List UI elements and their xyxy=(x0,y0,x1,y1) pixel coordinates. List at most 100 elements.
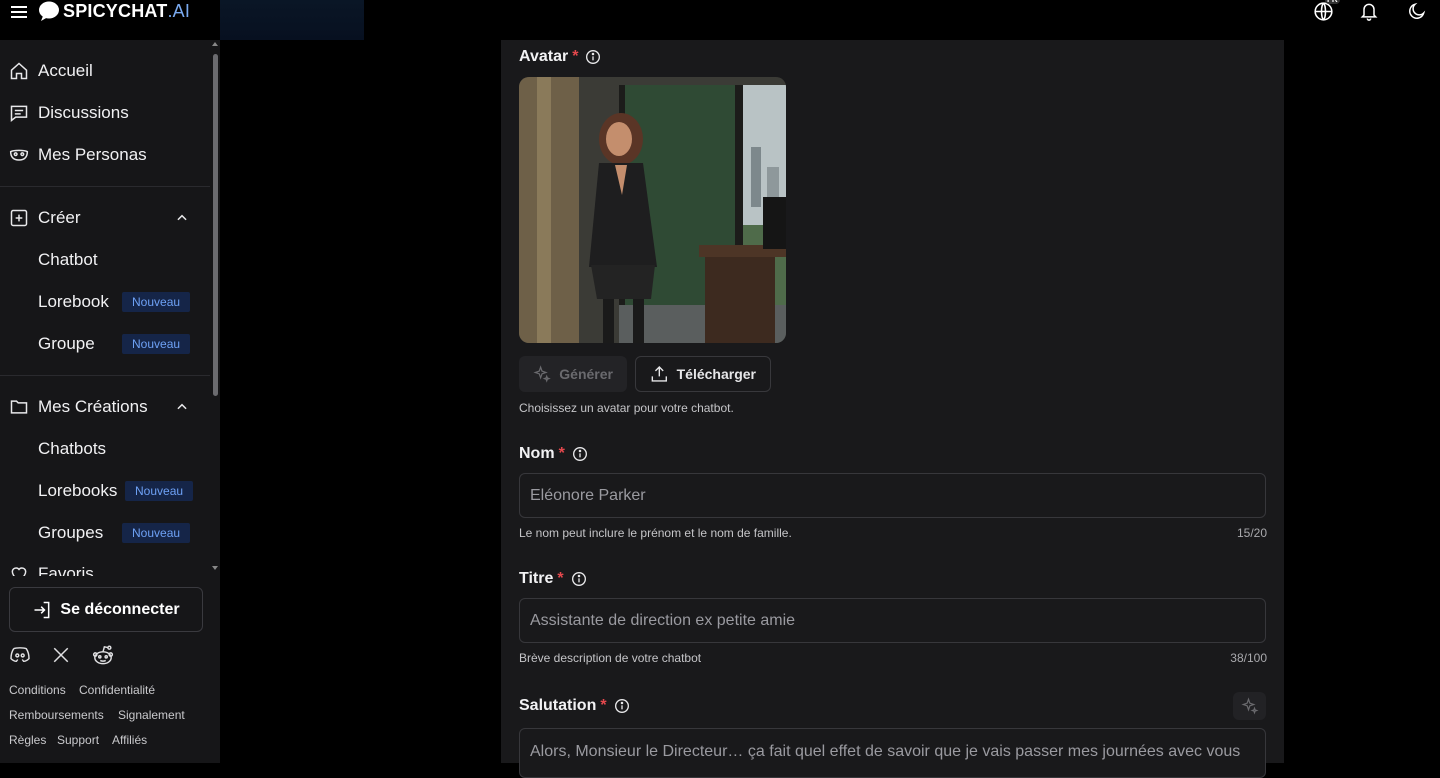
chat-icon xyxy=(8,102,30,124)
sparkle-icon xyxy=(533,365,551,383)
upload-icon xyxy=(651,366,667,382)
name-char-counter: 15/20 xyxy=(1236,526,1267,540)
chevron-up-icon[interactable] xyxy=(172,208,192,228)
sidebar: Accueil Discussions Mes Personas Créer C… xyxy=(0,40,220,763)
required-marker: * xyxy=(558,445,565,462)
avatar-image[interactable] xyxy=(519,77,786,343)
info-icon[interactable] xyxy=(571,571,587,587)
avatar-label: Avatar * xyxy=(519,48,601,66)
sidebar-item-label: Lorebooks xyxy=(38,481,118,500)
sidebar-divider xyxy=(0,375,210,376)
language-button[interactable]: FR xyxy=(1311,0,1340,22)
avatar-illustration xyxy=(519,77,786,343)
required-marker: * xyxy=(557,570,564,587)
footer-link-affilies[interactable]: Affiliés xyxy=(112,733,147,747)
new-badge: Nouveau xyxy=(122,292,191,312)
info-icon[interactable] xyxy=(572,446,588,462)
upload-label: Télécharger xyxy=(676,366,756,382)
sidebar-section-label: Créer xyxy=(38,208,81,227)
plus-square-icon xyxy=(8,207,30,229)
footer-link-remboursements[interactable]: Remboursements xyxy=(9,708,104,722)
required-marker: * xyxy=(600,697,607,714)
theme-toggle-button[interactable] xyxy=(1405,0,1429,22)
title-helper-text: Brève description de votre chatbot xyxy=(519,651,702,665)
sidebar-scrollbar[interactable] xyxy=(210,40,220,576)
greeting-label: Salutation * xyxy=(519,697,630,715)
sidebar-nav: Accueil Discussions Mes Personas Créer C… xyxy=(0,40,210,576)
upload-avatar-button[interactable]: Télécharger xyxy=(635,356,771,392)
notifications-button[interactable] xyxy=(1357,0,1381,22)
sidebar-item-groupe[interactable]: Groupe Nouveau xyxy=(0,324,210,364)
logout-label: Se déconnecter xyxy=(60,600,180,618)
sidebar-item-label: Accueil xyxy=(38,61,93,80)
required-marker: * xyxy=(572,48,579,65)
sidebar-section-mes-creations[interactable]: Mes Créations xyxy=(0,387,210,427)
sidebar-item-mes-personas[interactable]: Mes Personas xyxy=(0,135,210,175)
footer-link-support[interactable]: Support xyxy=(57,733,99,747)
scroll-down-arrow-icon[interactable] xyxy=(212,566,218,570)
logout-button[interactable]: Se déconnecter xyxy=(9,587,203,632)
scrollbar-thumb[interactable] xyxy=(213,54,218,396)
greeting-textarea[interactable]: Alors, Monsieur le Directeur… ça fait qu… xyxy=(519,728,1266,778)
x-link[interactable] xyxy=(49,643,73,667)
sidebar-item-label: Chatbot xyxy=(38,250,98,269)
sidebar-section-creer[interactable]: Créer xyxy=(0,198,210,238)
sidebar-item-label: Groupes xyxy=(38,523,104,542)
sidebar-section-label: Mes Créations xyxy=(38,397,148,416)
sidebar-item-lorebooks[interactable]: Lorebooks Nouveau xyxy=(0,471,210,511)
greeting-label-text: Salutation xyxy=(519,697,597,714)
home-icon xyxy=(8,60,30,82)
discord-icon xyxy=(10,647,30,663)
menu-button[interactable] xyxy=(8,1,30,23)
sidebar-item-accueil[interactable]: Accueil xyxy=(0,51,210,91)
title-char-counter: 38/100 xyxy=(1230,651,1267,665)
sidebar-item-groupes[interactable]: Groupes Nouveau xyxy=(0,513,210,553)
footer-link-confidentialite[interactable]: Confidentialité xyxy=(79,683,155,697)
hamburger-icon xyxy=(11,6,27,18)
generate-avatar-button[interactable]: Générer xyxy=(519,356,627,392)
sidebar-item-label: Chatbots xyxy=(38,439,107,458)
mask-icon xyxy=(8,144,30,166)
name-label: Nom * xyxy=(519,445,588,463)
bell-icon xyxy=(1360,3,1378,21)
sidebar-item-chatbot[interactable]: Chatbot xyxy=(0,240,210,280)
footer-link-signalement[interactable]: Signalement xyxy=(118,708,185,722)
name-input[interactable]: Eléonore Parker xyxy=(519,473,1266,518)
folder-icon xyxy=(8,396,30,418)
top-bar: SPICYCHAT.AI FR xyxy=(0,0,1440,40)
footer-link-regles[interactable]: Règles xyxy=(9,733,46,747)
sidebar-item-label: Discussions xyxy=(38,103,129,122)
info-icon[interactable] xyxy=(614,698,630,714)
generate-label: Générer xyxy=(559,366,613,382)
reddit-link[interactable] xyxy=(91,643,115,667)
sidebar-item-discussions[interactable]: Discussions xyxy=(0,93,210,133)
chat-bubble-logo-icon xyxy=(39,1,59,21)
new-badge: Nouveau xyxy=(125,481,194,501)
generate-greeting-button[interactable] xyxy=(1233,692,1266,720)
moon-icon xyxy=(1409,2,1426,19)
sidebar-item-label: Groupe xyxy=(38,334,95,353)
chatbot-form: Avatar * Générer Télécharger Choisissez … xyxy=(501,40,1284,778)
chevron-up-icon[interactable] xyxy=(172,397,192,417)
name-label-text: Nom xyxy=(519,445,555,462)
footer-link-conditions[interactable]: Conditions xyxy=(9,683,66,697)
info-icon[interactable] xyxy=(585,49,601,65)
language-badge: FR xyxy=(1325,0,1340,4)
title-label: Titre * xyxy=(519,570,587,588)
sidebar-divider xyxy=(0,186,210,187)
title-input[interactable]: Assistante de direction ex petite amie xyxy=(519,598,1266,643)
x-icon xyxy=(53,647,69,663)
scroll-up-arrow-icon[interactable] xyxy=(212,42,218,46)
name-helper-text: Le nom peut inclure le prénom et le nom … xyxy=(519,526,792,540)
reddit-icon xyxy=(92,645,114,665)
new-badge: Nouveau xyxy=(122,334,191,354)
sidebar-item-lorebook[interactable]: Lorebook Nouveau xyxy=(0,282,210,322)
discord-link[interactable] xyxy=(8,643,32,667)
sidebar-item-chatbots[interactable]: Chatbots xyxy=(0,429,210,469)
sidebar-item-favoris[interactable]: Favoris xyxy=(0,554,210,576)
avatar-label-text: Avatar xyxy=(519,48,569,65)
avatar-helper-text: Choisissez un avatar pour votre chatbot. xyxy=(519,401,734,415)
sidebar-item-label: Favoris xyxy=(38,564,94,576)
brand-logo[interactable]: SPICYCHAT.AI xyxy=(38,0,190,22)
top-bar-gradient xyxy=(220,0,364,40)
